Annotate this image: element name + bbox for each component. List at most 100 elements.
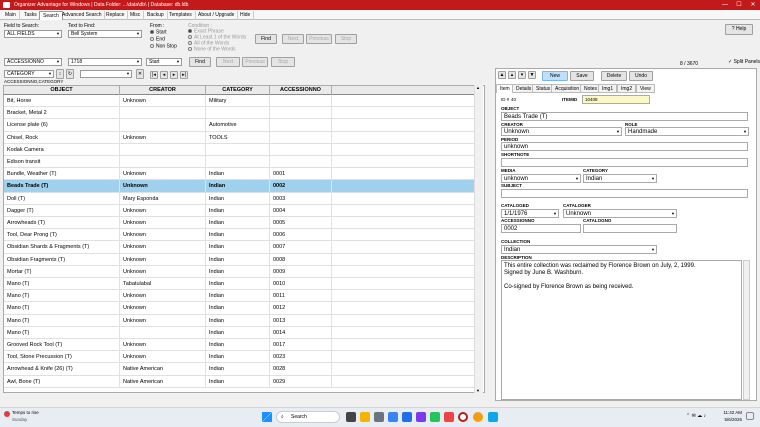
app-icon[interactable]: [374, 412, 384, 422]
table-row[interactable]: Grooved Rock Tool (T) Unknown Indian 0017: [4, 339, 474, 352]
category-select[interactable]: Indian ▼: [583, 174, 657, 183]
sort-direction-button[interactable]: ↕: [56, 69, 64, 79]
menu-about-upgrade[interactable]: About / Upgrade: [195, 11, 239, 20]
clock-time[interactable]: 11:42 AM: [718, 410, 742, 416]
tab-img2[interactable]: Img2: [617, 84, 637, 93]
file-explorer-icon[interactable]: [360, 412, 370, 422]
first-record-button[interactable]: |◂: [150, 71, 158, 79]
first-record-button-2[interactable]: ▲: [498, 71, 506, 79]
from-select-2[interactable]: Start ▼: [146, 58, 182, 66]
cataloged-date-field[interactable]: 1/1/1976 ▼: [501, 209, 559, 218]
table-row[interactable]: Mano (T) Unknown Indian 0011: [4, 290, 474, 303]
next-button[interactable]: Next: [282, 34, 304, 44]
table-row[interactable]: Dagger (T) Unknown Indian 0004: [4, 204, 474, 217]
minimize-button[interactable]: —: [718, 0, 732, 10]
previous-button[interactable]: Previous: [306, 34, 332, 44]
close-button[interactable]: ✕: [746, 0, 760, 10]
search-text-input-2[interactable]: 1718 ▼: [68, 58, 142, 66]
table-row[interactable]: Bundle, Weather (T) Unknown Indian 0001: [4, 168, 474, 181]
chrome-browser-icon[interactable]: [473, 412, 483, 422]
menu-misc[interactable]: Misc: [127, 11, 145, 20]
table-row[interactable]: Chisel, Rock Unknown TOOLS: [4, 131, 474, 144]
media-select[interactable]: unknown ▼: [501, 174, 581, 183]
accessionno-field[interactable]: 0002: [501, 224, 581, 233]
table-row[interactable]: Bit, Horse Unknown Military: [4, 95, 474, 108]
itemid-field[interactable]: 10408: [582, 95, 650, 104]
stop-button-2[interactable]: Stop: [271, 57, 295, 67]
task-view-icon[interactable]: [346, 412, 356, 422]
taskbar-search-input[interactable]: ⌕ Search: [276, 411, 340, 423]
menu-replace[interactable]: Replace: [103, 11, 129, 20]
stop-button[interactable]: Stop: [335, 34, 357, 44]
column-header-category[interactable]: CATEGORY: [206, 86, 270, 95]
next-record-button[interactable]: ▸: [170, 71, 178, 79]
role-select[interactable]: Handmade ▼: [625, 127, 749, 136]
maximize-button[interactable]: ☐: [732, 0, 746, 10]
organizer-app-icon[interactable]: [458, 412, 468, 422]
edge-browser-icon[interactable]: [388, 412, 398, 422]
tab-view[interactable]: View: [636, 84, 655, 93]
filter-select[interactable]: ▼: [80, 70, 132, 78]
column-header-accessionno[interactable]: ACCESSIONNO: [270, 86, 332, 95]
clear-filter-button[interactable]: ✕: [136, 69, 144, 79]
last-record-button-2[interactable]: ▼: [528, 71, 536, 79]
next-record-button-2[interactable]: ▾: [518, 71, 526, 79]
subject-field[interactable]: [501, 189, 748, 198]
menu-backup[interactable]: Backup: [144, 11, 168, 20]
cataloger-select[interactable]: Unknown ▼: [563, 209, 677, 218]
table-row[interactable]: Mano (T) Indian 0014: [4, 326, 474, 339]
menu-hide[interactable]: Hide: [237, 11, 255, 20]
table-row[interactable]: Mortar (T) Unknown Indian 0009: [4, 265, 474, 278]
shortnote-field[interactable]: [501, 158, 748, 167]
period-field[interactable]: unknown: [501, 142, 748, 151]
table-row[interactable]: Mano (T) Unknown Indian 0013: [4, 314, 474, 327]
windows-start-icon[interactable]: [262, 412, 272, 422]
menu-templates[interactable]: Templates: [166, 11, 196, 20]
column-header-object[interactable]: OBJECT: [4, 86, 120, 95]
table-row[interactable]: Edison transit: [4, 156, 474, 169]
table-row[interactable]: Bracket, Metal 2: [4, 107, 474, 120]
field-to-search-select[interactable]: ALL FIELDS ▼: [4, 30, 62, 38]
find-button-2[interactable]: Find: [189, 57, 211, 67]
creator-select[interactable]: Unknown ▼: [501, 127, 622, 136]
app-icon-3[interactable]: [430, 412, 440, 422]
notifications-icon[interactable]: [746, 412, 754, 420]
from-end-radio[interactable]: End: [150, 37, 165, 42]
tab-acquisition[interactable]: Acquisition: [551, 84, 584, 93]
condition-none-words-radio[interactable]: None of the Words: [188, 47, 236, 52]
table-row[interactable]: Obsidian Fragments (T) Unknown Indian 0008: [4, 253, 474, 266]
table-row[interactable]: Tool, Stone Precussion (T) Unknown Indian 0…: [4, 351, 474, 364]
catalogno-field[interactable]: [583, 224, 677, 233]
grid-scrollbar[interactable]: ▲ ▼: [474, 85, 483, 393]
text-to-find-input[interactable]: Bell System ▼: [68, 30, 142, 38]
prev-record-button[interactable]: ◂: [160, 71, 168, 79]
undo-button[interactable]: Undo: [629, 71, 653, 81]
store-icon[interactable]: [402, 412, 412, 422]
help-button[interactable]: ? Help: [725, 24, 753, 35]
from-start-radio[interactable]: Start: [150, 30, 167, 35]
table-row[interactable]: Awl, Bone (T) Native American Indian 0029: [4, 375, 474, 388]
table-row[interactable]: Kodak Camera: [4, 143, 474, 156]
table-row[interactable]: Doll (T) Mary Esponda Indian 0003: [4, 192, 474, 205]
object-field[interactable]: Beads Trade (T): [501, 112, 748, 121]
table-row[interactable]: Tool, Dear Prong (T) Unknown Indian 0006: [4, 229, 474, 242]
app-icon-5[interactable]: [488, 412, 498, 422]
split-panels-checkbox[interactable]: ✓ Split Panels: [728, 59, 760, 65]
app-icon-4[interactable]: [444, 412, 454, 422]
last-record-button[interactable]: ▸|: [180, 71, 188, 79]
delete-button[interactable]: Delete: [601, 71, 627, 81]
refresh-button[interactable]: ↻: [66, 69, 74, 79]
from-nonstop-radio[interactable]: Non Stop: [150, 44, 177, 49]
table-row[interactable]: Beads Trade (T) Unknown Indian 0002: [4, 180, 474, 193]
table-row[interactable]: Arrowhead & Knife (26) (T) Native America…: [4, 363, 474, 376]
find-button[interactable]: Find: [255, 34, 277, 44]
table-row[interactable]: Arrowheads (T) Unknown Indian 0005: [4, 217, 474, 230]
search-field-select-2[interactable]: ACCESSIONNO ▼: [4, 58, 62, 66]
previous-button-2[interactable]: Previous: [242, 57, 268, 67]
description-textarea[interactable]: This entire collection was reclaimed by …: [501, 260, 742, 400]
column-header-creator[interactable]: CREATOR: [120, 86, 206, 95]
description-scrollbar[interactable]: [743, 260, 750, 400]
table-row[interactable]: Mano (T) Tabatulabal Indian 0010: [4, 278, 474, 291]
sort-field-select[interactable]: CATEGORY ▼: [4, 70, 54, 78]
table-row[interactable]: License plate (6) Automotive: [4, 119, 474, 132]
